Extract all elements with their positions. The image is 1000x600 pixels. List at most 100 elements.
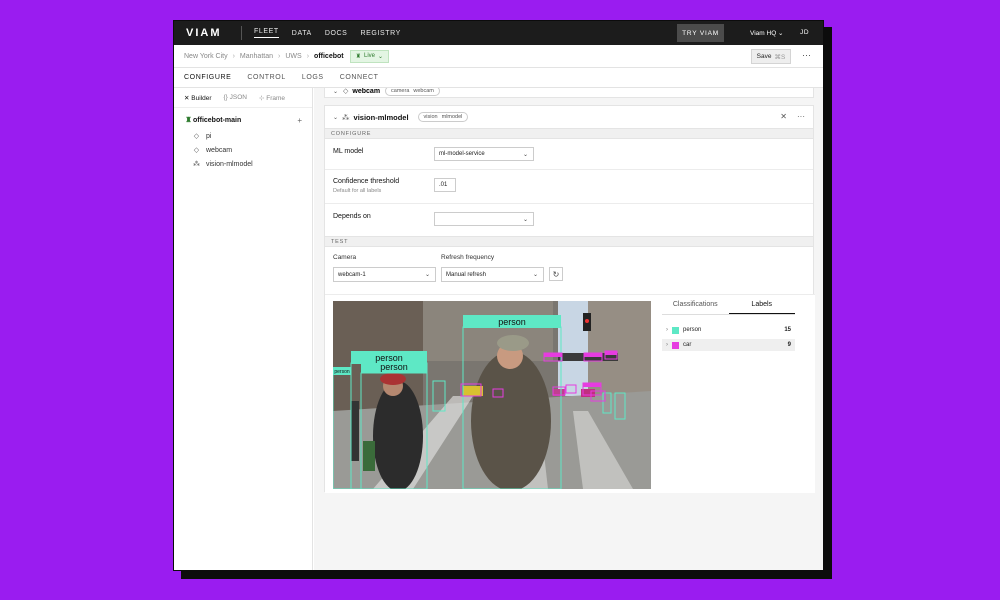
- breadcrumb-item[interactable]: Manhattan: [240, 53, 273, 60]
- chevron-down-icon: ⌄: [532, 272, 538, 278]
- save-label: Save: [756, 53, 772, 60]
- chip-label: camera: [391, 88, 410, 94]
- user-avatar[interactable]: JD: [800, 29, 809, 36]
- nav-fleet[interactable]: FLEET: [254, 28, 279, 38]
- chevron-down-icon[interactable]: ⌄: [333, 114, 338, 121]
- chevron-right-icon: ›: [666, 342, 668, 348]
- refresh-frequency-select[interactable]: Manual refresh ⌄: [441, 267, 544, 282]
- test-results: person person person person Classificati…: [325, 294, 815, 493]
- configure-section: CONFIGURE: [325, 128, 813, 139]
- nav-docs[interactable]: DOCS: [325, 30, 348, 37]
- page-tabs: CONFIGURE CONTROL LOGS CONNECT: [174, 68, 823, 88]
- viam-logo[interactable]: VIAM: [186, 27, 241, 39]
- sparkle-icon: ⁂: [342, 112, 350, 122]
- vision-card: ⌄ ⁂ vision-mlmodel vision mlmodel ✕ ··· …: [324, 105, 815, 493]
- tree-item-label: webcam: [206, 146, 233, 154]
- tab-frame[interactable]: ⊹ Frame: [259, 94, 285, 102]
- more-options-icon[interactable]: ···: [797, 112, 805, 121]
- tab-classifications[interactable]: Classifications: [662, 301, 729, 314]
- detection-label: person: [380, 362, 408, 372]
- main-panel: ⌄ ◇ webcam camera webcam ⌄ ⁂ vision-mlmo…: [314, 88, 823, 570]
- ml-model-select[interactable]: ml-model-service ⌄: [434, 147, 534, 161]
- save-button[interactable]: Save ⌘S: [751, 49, 791, 64]
- card-title: webcam: [352, 88, 381, 95]
- camera-value: webcam-1: [338, 271, 366, 278]
- detection-label: person: [498, 317, 526, 327]
- tree-item-label: pi: [206, 132, 212, 140]
- try-viam-button[interactable]: TRY VIAM: [677, 24, 724, 42]
- card-title: vision-mlmodel: [353, 112, 409, 122]
- tree-item-webcam[interactable]: ◇ webcam: [192, 143, 302, 157]
- vision-card-header[interactable]: ⌄ ⁂ vision-mlmodel vision mlmodel ✕ ···: [325, 106, 813, 128]
- breadcrumb: New York City › Manhattan › UWS › office…: [174, 45, 823, 68]
- chip-label: mlmodel: [441, 114, 463, 120]
- component-tree: ♜ officebot-main + ◇ pi ◇ webcam ⁂ visio…: [174, 108, 312, 179]
- app-window: VIAM FLEET DATA DOCS REGISTRY TRY VIAM V…: [173, 20, 824, 571]
- label-row-car[interactable]: › car 9: [662, 339, 795, 351]
- breadcrumb-item[interactable]: UWS: [285, 53, 301, 60]
- tab-label: Frame: [266, 94, 286, 102]
- tab-control[interactable]: CONTROL: [247, 74, 285, 81]
- tree-item-label: vision-mlmodel: [206, 160, 253, 168]
- results-panel: Classifications Labels › person 15 › car: [662, 301, 795, 351]
- nav-data[interactable]: DATA: [292, 30, 312, 37]
- tree-item-pi[interactable]: ◇ pi: [192, 129, 302, 143]
- robot-icon: ♜: [355, 53, 361, 60]
- nav-registry[interactable]: REGISTRY: [360, 30, 400, 37]
- car-swatch: [672, 341, 679, 349]
- ml-model-label: ML model: [333, 148, 364, 155]
- chevron-right-icon: ›: [306, 52, 310, 60]
- breadcrumb-item[interactable]: New York City: [184, 53, 228, 60]
- webcam-card-header[interactable]: ⌄ ◇ webcam camera webcam: [325, 88, 813, 99]
- org-switcher[interactable]: Viam HQ ⌄: [750, 29, 784, 37]
- chevron-down-icon[interactable]: ⌄: [333, 88, 338, 95]
- diamond-icon: ◇: [193, 147, 200, 154]
- tab-label: Builder: [191, 94, 212, 102]
- depends-on-row: Depends on ⌄: [325, 204, 813, 236]
- tab-labels[interactable]: Labels: [728, 301, 795, 314]
- label-row-person[interactable]: › person 15: [662, 324, 795, 336]
- robot-icon: ♜: [185, 117, 192, 124]
- refresh-frequency-label: Refresh frequency: [441, 254, 495, 261]
- tools-icon[interactable]: ✕: [780, 112, 787, 121]
- tab-connect[interactable]: CONNECT: [340, 74, 379, 81]
- tree-root-label: officebot-main: [193, 116, 242, 124]
- test-section: TEST: [325, 236, 813, 247]
- confidence-sublabel: Default for all labels: [333, 188, 382, 194]
- camera-label: Camera: [333, 254, 357, 261]
- diamond-icon: ◇: [343, 88, 349, 95]
- chip-label: webcam: [413, 88, 434, 94]
- tab-logs[interactable]: LOGS: [302, 74, 324, 81]
- chevron-down-icon: ⌄: [378, 53, 384, 60]
- confidence-input[interactable]: .01: [434, 178, 456, 192]
- save-shortcut: ⌘S: [774, 53, 786, 61]
- sidebar: ✕ Builder {} JSON ⊹ Frame ♜ officebot-ma…: [174, 88, 313, 570]
- depends-on-select[interactable]: ⌄: [434, 212, 534, 226]
- view-mode-tabs: ✕ Builder {} JSON ⊹ Frame: [174, 88, 312, 108]
- tab-json[interactable]: {} JSON: [224, 94, 248, 101]
- chevron-right-icon: ›: [666, 327, 668, 333]
- status-badge[interactable]: ♜ Live ⌄: [349, 49, 390, 63]
- tab-configure[interactable]: CONFIGURE: [184, 74, 231, 81]
- refresh-icon[interactable]: ↻: [549, 267, 563, 281]
- label-count: 9: [787, 342, 791, 348]
- confidence-label: Confidence threshold: [333, 178, 400, 185]
- more-options-icon[interactable]: ···: [802, 50, 811, 60]
- camera-select[interactable]: webcam-1 ⌄: [333, 267, 436, 282]
- chip-label: vision: [423, 114, 438, 120]
- chevron-down-icon: ⌄: [522, 217, 528, 223]
- chevron-right-icon: ›: [278, 52, 281, 60]
- detection-label: person: [334, 369, 350, 375]
- tree-root[interactable]: ♜ officebot-main +: [184, 116, 302, 125]
- label-count: 15: [784, 327, 791, 333]
- add-icon[interactable]: +: [297, 116, 302, 125]
- card-actions: ✕ ···: [780, 112, 805, 121]
- breadcrumb-current: officebot: [314, 52, 344, 60]
- tab-builder[interactable]: ✕ Builder: [184, 94, 212, 102]
- camera-frame: person person person person: [333, 301, 651, 489]
- ml-model-value: ml-model-service: [439, 151, 485, 157]
- tree-item-vision-mlmodel[interactable]: ⁂ vision-mlmodel: [192, 157, 302, 171]
- type-chip: camera webcam: [385, 88, 440, 96]
- confidence-row: Confidence threshold Default for all lab…: [325, 170, 813, 204]
- label-name: person: [683, 327, 702, 333]
